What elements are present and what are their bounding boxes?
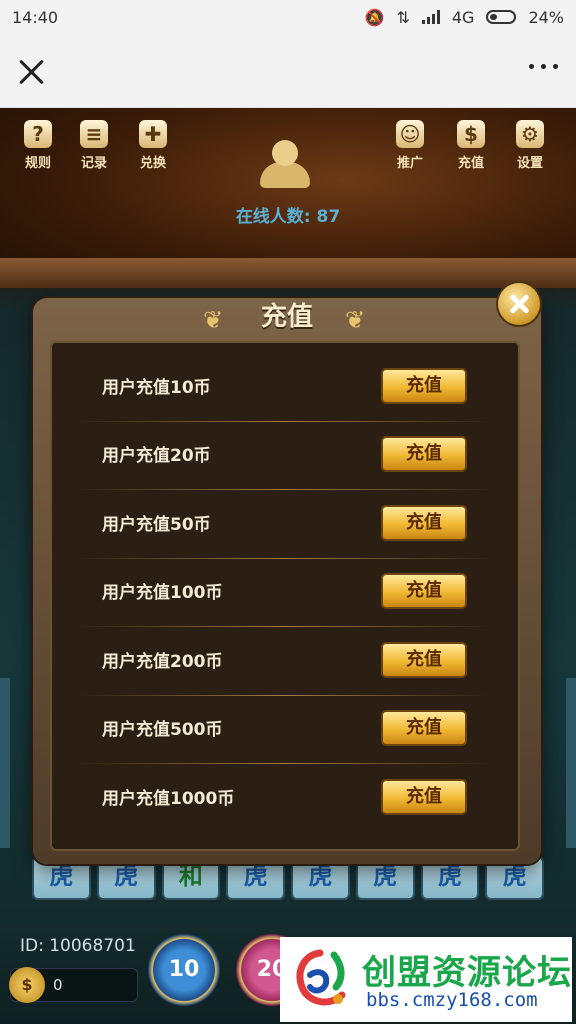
recharge-label: 用户充值1000币 bbox=[102, 789, 235, 809]
watermark: 创盟资源论坛 bbs.cmzy168.com bbox=[280, 937, 572, 1022]
divider bbox=[76, 489, 494, 490]
recharge-dialog: ❦ 充值 ❦ 用户充值10币 充值 用户充值20币 充值 用户充值50币 充值 … bbox=[33, 283, 541, 864]
online-users-icon bbox=[252, 140, 318, 190]
recharge-row: 用户充值200币 充值 bbox=[52, 628, 518, 696]
recharge-label: 用户充值100币 bbox=[102, 583, 223, 603]
gift-icon: ✚ bbox=[139, 120, 167, 148]
recharge-label: 用户充值20币 bbox=[102, 446, 211, 466]
recharge-500-button[interactable]: 充值 bbox=[381, 710, 467, 746]
question-icon: ? bbox=[24, 120, 52, 148]
promote-button[interactable]: ☺ 推广 bbox=[386, 120, 434, 171]
mute-icon: 🔕 bbox=[364, 7, 385, 27]
coin-value: 0 bbox=[53, 976, 63, 994]
recharge-10-button[interactable]: 充值 bbox=[381, 368, 467, 404]
watermark-url: bbs.cmzy168.com bbox=[366, 989, 538, 1011]
recharge-50-button[interactable]: 充值 bbox=[381, 505, 467, 541]
table-left-panel bbox=[0, 678, 10, 848]
divider bbox=[76, 763, 494, 764]
status-indicators: 🔕 ⇅ 4G 24% bbox=[365, 8, 564, 27]
laurel-right-icon: ❦ bbox=[345, 306, 366, 334]
signal-icon bbox=[421, 10, 440, 24]
recharge-label: 用户充值500币 bbox=[102, 720, 223, 740]
webview-titlebar bbox=[0, 34, 576, 108]
online-count: 在线人数: 87 bbox=[235, 207, 341, 227]
recharge-20-button[interactable]: 充值 bbox=[381, 436, 467, 472]
recharge-row: 用户充值20币 充值 bbox=[52, 422, 518, 490]
watermark-logo-icon bbox=[296, 949, 346, 1006]
watermark-title: 创盟资源论坛 bbox=[362, 953, 572, 993]
recharge-row: 用户充值500币 充值 bbox=[52, 696, 518, 764]
battery-icon bbox=[486, 10, 517, 24]
coin-icon: $ bbox=[9, 967, 45, 1003]
group-icon: ☺ bbox=[396, 120, 424, 148]
exchange-button[interactable]: ✚ 兑换 bbox=[129, 120, 177, 171]
chip-10[interactable]: 10 bbox=[148, 934, 220, 1006]
battery-percent: 24% bbox=[528, 7, 564, 27]
dialog-close-button[interactable] bbox=[498, 283, 540, 325]
dialog-title: 充值 bbox=[260, 302, 313, 332]
money-bag-icon: $ bbox=[457, 120, 485, 148]
recharge-label: 用户充值50币 bbox=[102, 515, 211, 535]
notepad-icon: ≡ bbox=[80, 120, 108, 148]
records-button[interactable]: ≡ 记录 bbox=[70, 120, 118, 171]
recharge-list: 用户充值10币 充值 用户充值20币 充值 用户充值50币 充值 用户充值100… bbox=[50, 341, 520, 851]
coin-balance: $ 0 bbox=[9, 967, 138, 1003]
user-id: ID: 10068701 bbox=[20, 936, 136, 956]
table-edge bbox=[0, 258, 576, 288]
rules-button[interactable]: ? 规则 bbox=[14, 120, 62, 171]
recharge-100-button[interactable]: 充值 bbox=[381, 573, 467, 609]
data-transfer-icon: ⇅ bbox=[396, 7, 410, 27]
recharge-row: 用户充值1000币 充值 bbox=[52, 765, 518, 833]
game-screen: ? 规则 ≡ 记录 ✚ 兑换 ☺ 推广 $ 充值 ⚙ 设置 在线人数: 87 虎… bbox=[0, 108, 576, 1024]
status-bar: 14:40 🔕 ⇅ 4G 24% bbox=[0, 0, 576, 34]
network-type: 4G bbox=[451, 7, 475, 27]
close-icon[interactable] bbox=[16, 56, 48, 88]
more-icon[interactable] bbox=[529, 64, 558, 69]
recharge-row: 用户充值10币 充值 bbox=[52, 354, 518, 422]
status-time: 14:40 bbox=[12, 7, 59, 27]
recharge-label: 用户充值10币 bbox=[102, 378, 211, 398]
recharge-label: 用户充值200币 bbox=[102, 652, 223, 672]
table-right-panel bbox=[566, 678, 576, 848]
recharge-row: 用户充值100币 充值 bbox=[52, 559, 518, 627]
recharge-top-button[interactable]: $ 充值 bbox=[447, 120, 495, 171]
settings-button[interactable]: ⚙ 设置 bbox=[506, 120, 554, 171]
recharge-200-button[interactable]: 充值 bbox=[381, 642, 467, 678]
recharge-1000-button[interactable]: 充值 bbox=[381, 779, 467, 815]
gear-icon: ⚙ bbox=[516, 120, 544, 148]
divider bbox=[76, 626, 494, 627]
recharge-row: 用户充值50币 充值 bbox=[52, 491, 518, 559]
